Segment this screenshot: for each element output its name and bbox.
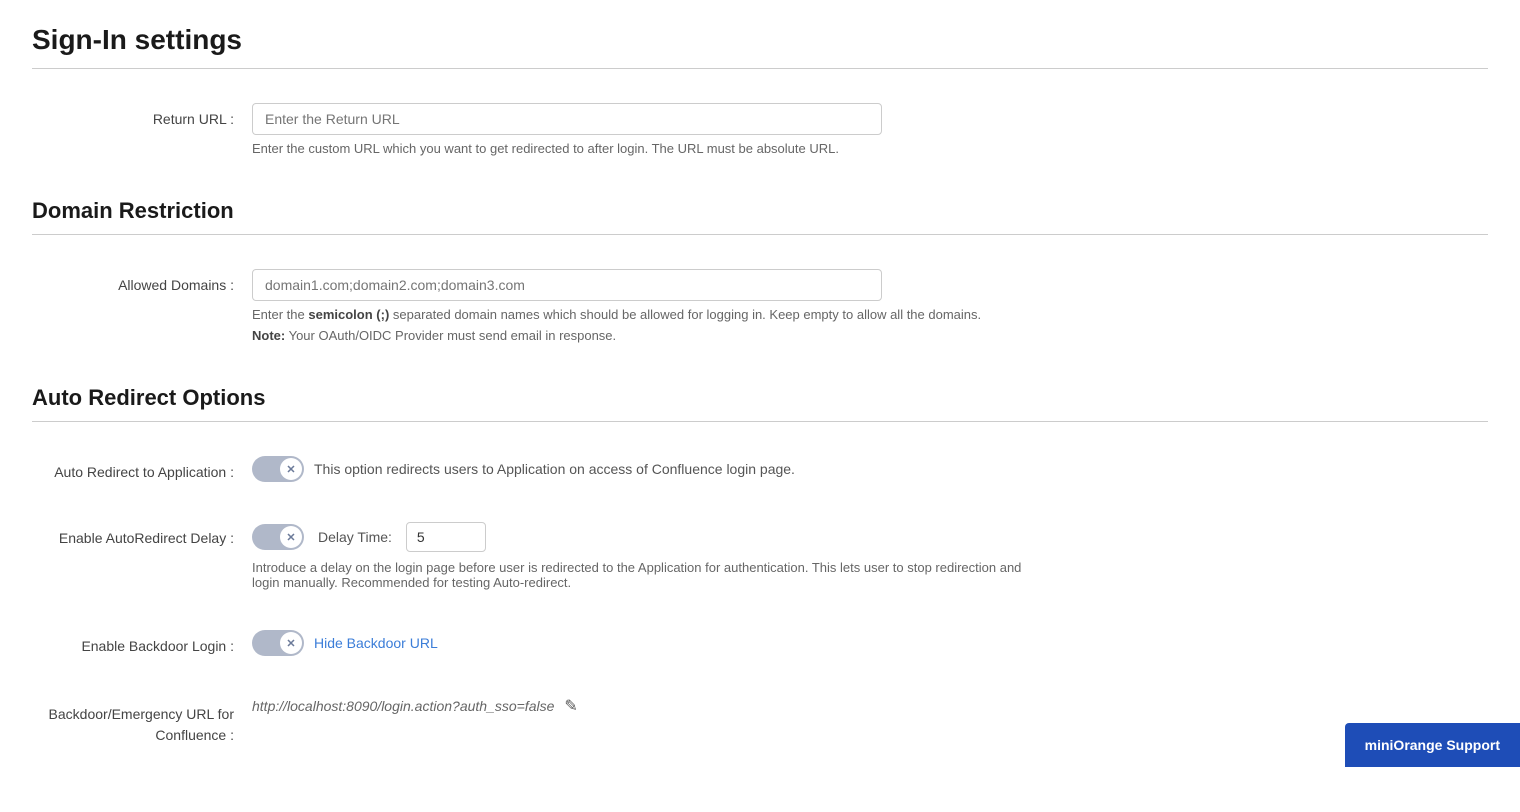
hide-backdoor-url-link[interactable]: Hide Backdoor URL (314, 635, 438, 651)
return-url-section: Return URL : Enter the custom URL which … (32, 93, 1488, 166)
backdoor-toggle-x-icon: ✕ (286, 637, 295, 650)
delay-group: ✕ Delay Time: (252, 522, 1488, 552)
allowed-domains-input[interactable] (252, 269, 882, 301)
backdoor-url-form-group: Backdoor/Emergency URL for Confluence : … (32, 686, 1488, 756)
backdoor-url-label: Backdoor/Emergency URL for Confluence : (32, 696, 252, 746)
miniorange-support-button[interactable]: miniOrange Support (1345, 723, 1520, 767)
delay-time-input[interactable] (406, 522, 486, 552)
delay-helper: Introduce a delay on the login page befo… (252, 560, 1032, 590)
delay-toggle-x-icon: ✕ (286, 531, 295, 544)
auto-redirect-delay-toggle[interactable]: ✕ (252, 524, 304, 550)
auto-redirect-delay-form-group: Enable AutoRedirect Delay : ✕ Delay Time… (32, 512, 1488, 600)
page-title: Sign-In settings (32, 24, 1488, 56)
auto-redirect-app-label: Auto Redirect to Application : (32, 456, 252, 480)
backdoor-toggle-track: ✕ (252, 630, 304, 656)
backdoor-url-content: http://localhost:8090/login.action?auth_… (252, 696, 1488, 716)
auto-redirect-app-content: ✕ This option redirects users to Applica… (252, 456, 1488, 482)
backdoor-login-toggle-container: ✕ Hide Backdoor URL (252, 630, 1488, 656)
toggle-thumb: ✕ (280, 458, 302, 480)
toggle-track: ✕ (252, 456, 304, 482)
allowed-domains-label: Allowed Domains : (32, 269, 252, 293)
delay-toggle-track: ✕ (252, 524, 304, 550)
allowed-domains-form-group: Allowed Domains : Enter the semicolon (;… (32, 259, 1488, 353)
auto-redirect-app-toggle[interactable]: ✕ (252, 456, 304, 482)
delay-time-label: Delay Time: (318, 529, 392, 545)
note-bold: Note: (252, 328, 285, 343)
allowed-domains-content: Enter the semicolon (;) separated domain… (252, 269, 1488, 343)
backdoor-login-content: ✕ Hide Backdoor URL (252, 630, 1488, 656)
delay-toggle-thumb: ✕ (280, 526, 302, 548)
semicolon-bold: semicolon (;) (308, 307, 389, 322)
auto-redirect-section: Auto Redirect Options Auto Redirect to A… (32, 385, 1488, 756)
auto-redirect-delay-content: ✕ Delay Time: Introduce a delay on the l… (252, 522, 1488, 590)
return-url-input[interactable] (252, 103, 882, 135)
domain-restriction-section: Domain Restriction Allowed Domains : Ent… (32, 198, 1488, 353)
backdoor-url-text: http://localhost:8090/login.action?auth_… (252, 698, 554, 714)
return-url-content: Enter the custom URL which you want to g… (252, 103, 1488, 156)
auto-redirect-delay-label: Enable AutoRedirect Delay : (32, 522, 252, 546)
domain-restriction-divider (32, 234, 1488, 235)
title-divider (32, 68, 1488, 69)
backdoor-login-label: Enable Backdoor Login : (32, 630, 252, 654)
auto-redirect-app-form-group: Auto Redirect to Application : ✕ This op… (32, 446, 1488, 492)
allowed-domains-helper: Enter the semicolon (;) separated domain… (252, 307, 1032, 322)
auto-redirect-title: Auto Redirect Options (32, 385, 1488, 411)
edit-icon[interactable]: ✎ (564, 696, 577, 716)
return-url-form-group: Return URL : Enter the custom URL which … (32, 93, 1488, 166)
auto-redirect-app-toggle-container: ✕ This option redirects users to Applica… (252, 456, 1488, 482)
backdoor-toggle-thumb: ✕ (280, 632, 302, 654)
backdoor-login-form-group: Enable Backdoor Login : ✕ Hide Backdoor … (32, 620, 1488, 666)
allowed-domains-note: Note: Your OAuth/OIDC Provider must send… (252, 328, 1032, 343)
domain-restriction-title: Domain Restriction (32, 198, 1488, 224)
toggle-x-icon: ✕ (286, 463, 295, 476)
backdoor-login-toggle[interactable]: ✕ (252, 630, 304, 656)
auto-redirect-app-description: This option redirects users to Applicati… (314, 461, 795, 477)
return-url-label: Return URL : (32, 103, 252, 127)
auto-redirect-divider (32, 421, 1488, 422)
return-url-helper: Enter the custom URL which you want to g… (252, 141, 1032, 156)
backdoor-url-group: http://localhost:8090/login.action?auth_… (252, 696, 1488, 716)
